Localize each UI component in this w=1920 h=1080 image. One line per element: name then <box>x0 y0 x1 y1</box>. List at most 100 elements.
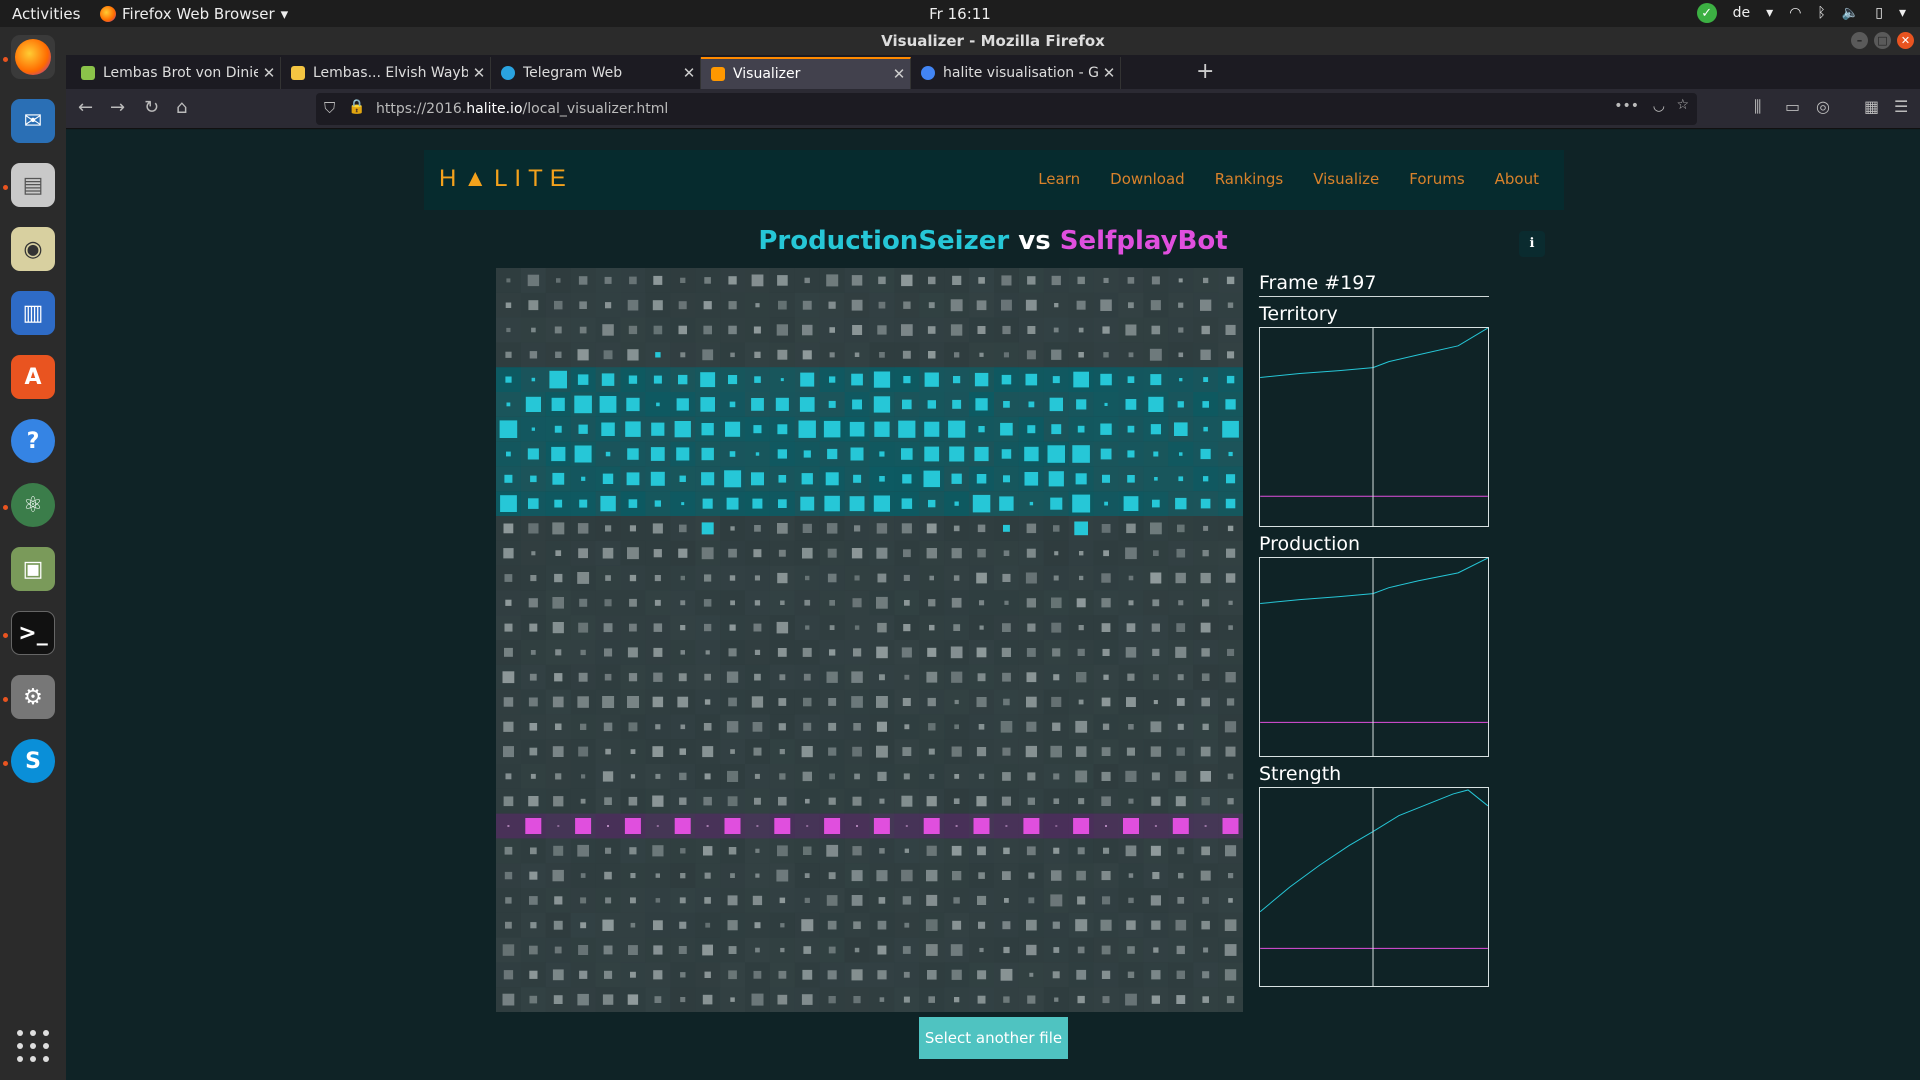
territory-graph[interactable] <box>1259 327 1489 527</box>
terminal-launcher-icon[interactable]: >_ <box>11 611 55 655</box>
neutral-site <box>1153 550 1159 556</box>
strength-graph[interactable] <box>1259 787 1489 987</box>
software-launcher-icon[interactable]: A <box>11 355 55 399</box>
minimize-icon[interactable]: – <box>1851 32 1868 49</box>
updates-icon[interactable]: ✓ <box>1696 3 1717 23</box>
library-icon[interactable]: ⫼ <box>1754 97 1761 117</box>
files-launcher-icon[interactable]: ▤ <box>11 163 55 207</box>
neutral-site <box>876 870 888 882</box>
neutral-site <box>754 922 761 929</box>
reload-icon[interactable]: ↻ <box>144 97 159 118</box>
show-applications-icon[interactable] <box>17 1030 49 1062</box>
nav-about[interactable]: About <box>1495 170 1539 188</box>
neutral-site <box>502 993 515 1006</box>
account-icon[interactable]: ◎ <box>1816 97 1830 116</box>
neutral-site <box>1128 724 1134 730</box>
close-tab-icon[interactable]: ✕ <box>1098 64 1120 82</box>
neutral-site <box>552 969 564 981</box>
neutral-site <box>826 895 838 906</box>
select-file-button[interactable]: Select another file <box>919 1017 1068 1059</box>
neutral-site <box>803 846 812 855</box>
neutral-site <box>1026 548 1036 558</box>
neutral-site <box>603 945 613 955</box>
maximize-icon[interactable]: □ <box>1874 32 1891 49</box>
back-icon[interactable]: ← <box>78 97 93 118</box>
forward-icon[interactable]: → <box>110 97 125 118</box>
neutral-site <box>926 796 937 807</box>
activities-button[interactable]: Activities <box>12 5 80 23</box>
help-launcher-icon[interactable]: ? <box>11 419 55 463</box>
close-tab-icon[interactable]: ✕ <box>888 65 910 83</box>
menu-icon[interactable]: ☰ <box>1894 97 1908 116</box>
halite-logo[interactable]: H▲LITE <box>439 165 573 193</box>
nav-visualize[interactable]: Visualize <box>1313 170 1379 188</box>
image-viewer-launcher-icon[interactable]: ▣ <box>11 547 55 591</box>
close-icon[interactable]: ✕ <box>1897 32 1914 49</box>
tab-label: Lembas Brot von Dinie2 <box>103 65 258 81</box>
neutral-site <box>802 324 813 336</box>
pocket-icon[interactable]: ◡ <box>1653 98 1665 114</box>
neutral-site <box>976 697 987 708</box>
neutral-site <box>605 847 612 854</box>
player1-site <box>1179 452 1183 456</box>
player1-site <box>1125 399 1137 410</box>
player1-site <box>679 475 686 482</box>
neutral-site <box>851 696 863 708</box>
app-menu[interactable]: Firefox Web Browser ▾ <box>100 5 288 23</box>
player1-site <box>628 499 638 508</box>
url-text[interactable]: https://2016.halite.io/local_visualizer.… <box>376 101 668 117</box>
tab-lembas-waybread[interactable]: Lembas... Elvish Waybre ✕ <box>281 57 491 89</box>
neutral-site <box>1176 995 1186 1004</box>
nav-download[interactable]: Download <box>1110 170 1185 188</box>
nav-forums[interactable]: Forums <box>1409 170 1464 188</box>
neutral-site <box>577 844 589 857</box>
close-tab-icon[interactable]: ✕ <box>468 64 490 82</box>
neutral-site <box>954 997 960 1003</box>
player1-site <box>1203 426 1208 432</box>
tab-lembas-brot[interactable]: Lembas Brot von Dinie2 ✕ <box>71 57 281 89</box>
neutral-site <box>1228 625 1233 630</box>
neutral-site <box>902 350 911 359</box>
neutral-site <box>703 723 712 731</box>
firefox-launcher-icon[interactable] <box>11 35 55 79</box>
settings-launcher-icon[interactable]: ⚙ <box>11 675 55 719</box>
new-tab-icon[interactable]: + <box>1196 59 1214 84</box>
nav-learn[interactable]: Learn <box>1038 170 1080 188</box>
page-actions-icon[interactable]: ••• <box>1614 98 1639 114</box>
bookmark-star-icon[interactable]: ☆ <box>1676 97 1689 113</box>
neutral-site <box>1128 600 1134 606</box>
production-graph[interactable] <box>1259 557 1489 757</box>
nav-rankings[interactable]: Rankings <box>1215 170 1284 188</box>
neutral-site <box>629 598 637 607</box>
skype-launcher-icon[interactable]: S <box>11 739 55 783</box>
info-icon[interactable]: ℹ <box>1519 231 1545 257</box>
neutral-site <box>1203 277 1209 284</box>
neutral-site <box>854 525 861 532</box>
sidebar-icon[interactable]: ▭ <box>1785 97 1800 116</box>
tab-telegram[interactable]: Telegram Web ✕ <box>491 57 701 89</box>
neutral-site <box>876 523 888 534</box>
close-tab-icon[interactable]: ✕ <box>678 64 700 82</box>
tab-google-search[interactable]: halite visualisation - Goo ✕ <box>911 57 1121 89</box>
lock-icon[interactable]: 🔒 <box>348 99 365 115</box>
keyboard-layout[interactable]: de <box>1733 5 1751 21</box>
neutral-site <box>1027 995 1036 1004</box>
writer-launcher-icon[interactable]: ▥ <box>11 291 55 335</box>
shield-icon[interactable]: ⛉ <box>324 99 335 117</box>
tab-visualizer[interactable]: Visualizer ✕ <box>701 57 911 89</box>
player1-site <box>1100 448 1112 460</box>
address-bar[interactable]: ⛉ 🔒 https://2016.halite.io/local_visuali… <box>316 93 1697 125</box>
extensions-icon[interactable]: ▦ <box>1864 97 1879 116</box>
neutral-site <box>679 772 687 781</box>
game-board[interactable] <box>496 268 1243 1012</box>
player1-site <box>799 397 815 412</box>
close-tab-icon[interactable]: ✕ <box>258 64 280 82</box>
rhythmbox-launcher-icon[interactable]: ◉ <box>11 227 55 271</box>
atom-launcher-icon[interactable]: ⚛ <box>11 483 55 527</box>
neutral-site <box>580 873 586 878</box>
system-tray[interactable]: ✓ de ▾ ◠ ᛒ 🔈 ▯ ▾ <box>1696 3 1906 23</box>
player1-site <box>1100 373 1112 386</box>
thunderbird-launcher-icon[interactable]: ✉ <box>11 99 55 143</box>
neutral-site <box>854 625 860 630</box>
home-icon[interactable]: ⌂ <box>176 97 187 118</box>
